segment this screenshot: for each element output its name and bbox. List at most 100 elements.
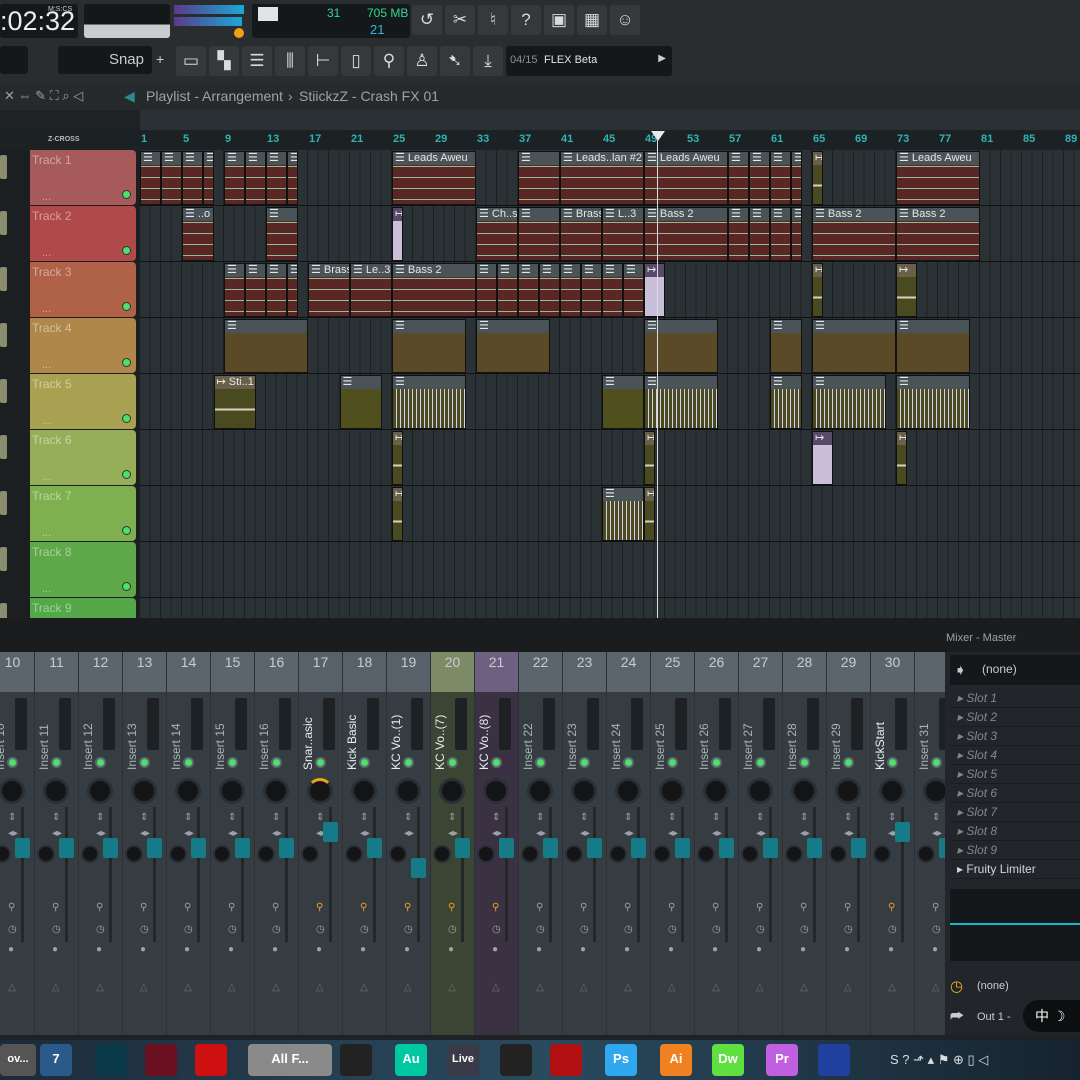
track-header[interactable]: Track 1... (30, 150, 136, 205)
route-arrow-icon[interactable]: △ (624, 982, 632, 993)
mixer-channel[interactable]: 11 Insert 11 ⇕ ◂▸ ⚲ ◷ ● △ (35, 652, 79, 1035)
track-lane[interactable]: ↦ ↦ ↦ ↦ (140, 430, 1080, 486)
track-header[interactable]: Track 4... (30, 318, 136, 373)
bar-number[interactable]: 5 (183, 133, 189, 145)
pan-knob[interactable] (87, 778, 113, 804)
taskbar-app[interactable]: ov... (0, 1044, 36, 1076)
pattern-clip[interactable]: ☰ (476, 263, 497, 317)
sidechain-value[interactable]: (none) (977, 980, 1009, 992)
track-lane[interactable]: ☰ ☰ ☰ ☰ ☰ ☰ ☰ (140, 318, 1080, 374)
pattern-clip[interactable]: ☰ L..3 (602, 207, 644, 261)
undo-icon[interactable]: ↺ (412, 5, 442, 35)
pattern-clip[interactable]: ☰ ..o (182, 207, 214, 261)
cut-icon[interactable]: ✂ (445, 5, 475, 35)
route-dot[interactable]: ● (140, 944, 146, 955)
pattern-clip[interactable]: ☰ (644, 319, 718, 373)
latency-clock-icon[interactable]: ◷ (140, 924, 149, 935)
effect-slot[interactable]: ▸ Slot 5 (950, 765, 1080, 784)
volume-fader[interactable] (59, 838, 74, 858)
bar-number[interactable]: 61 (771, 133, 783, 145)
pattern-clip[interactable]: ☰ (182, 151, 203, 205)
bar-number[interactable]: 65 (813, 133, 825, 145)
audio-clip[interactable]: ↦ (812, 263, 823, 317)
track-enable-led[interactable] (122, 358, 131, 367)
effect-slot[interactable]: ▸ Slot 7 (950, 803, 1080, 822)
track-options[interactable]: ... (42, 471, 51, 483)
channel-enable-led[interactable] (799, 757, 810, 768)
stereo-separation-icon[interactable]: ⇕ (668, 812, 676, 823)
stereo-separation-icon[interactable]: ⇕ (228, 812, 236, 823)
browser-icon[interactable]: ⊢ (308, 46, 338, 76)
track-enable-led[interactable] (122, 246, 131, 255)
arm-record-icon[interactable]: ⚲ (844, 902, 851, 913)
route-dot[interactable]: ● (316, 944, 322, 955)
playlist-tool-icons[interactable]: ✕ ⇔ ✎ ⛶ ⌕ ◁ (4, 88, 83, 104)
pattern-clip[interactable]: ☰ Leads Aweu (392, 151, 476, 205)
route-dot[interactable]: ● (580, 944, 586, 955)
latency-clock-icon[interactable]: ◷ (360, 924, 369, 935)
arm-record-icon[interactable]: ⚲ (536, 902, 543, 913)
playlist-icon[interactable]: ▭ (176, 46, 206, 76)
bar-number[interactable]: 53 (687, 133, 699, 145)
pattern-clip[interactable]: ☰ (602, 375, 644, 429)
route-arrow-icon[interactable]: △ (272, 982, 280, 993)
effect-slot[interactable]: ▸ Slot 1 (950, 689, 1080, 708)
volume-fader[interactable] (719, 838, 734, 858)
stereo-separation-icon[interactable]: ⇕ (536, 812, 544, 823)
stereo-separation-icon[interactable]: ⇕ (580, 812, 588, 823)
channel-enable-led[interactable] (711, 757, 722, 768)
taskbar-app[interactable] (145, 1044, 177, 1076)
pan-knob[interactable] (175, 778, 201, 804)
stereo-knob[interactable] (741, 845, 759, 863)
stereo-separation-icon[interactable]: ⇕ (96, 812, 104, 823)
taskbar-app[interactable] (500, 1044, 532, 1076)
latency-clock-icon[interactable]: ◷ (932, 924, 941, 935)
arm-record-icon[interactable]: ⚲ (932, 902, 939, 913)
channel-enable-led[interactable] (359, 757, 370, 768)
arm-record-icon[interactable]: ⚲ (668, 902, 675, 913)
stereo-knob[interactable] (345, 845, 363, 863)
channel-enable-led[interactable] (579, 757, 590, 768)
route-arrow-icon[interactable]: △ (668, 982, 676, 993)
bar-number[interactable]: 33 (477, 133, 489, 145)
track-select-button[interactable] (0, 435, 7, 459)
route-arrow-icon[interactable]: △ (404, 982, 412, 993)
arm-record-icon[interactable]: ⚲ (228, 902, 235, 913)
latency-clock-icon[interactable]: ◷ (844, 924, 853, 935)
pattern-clip[interactable]: ☰ (224, 263, 245, 317)
pan-knob[interactable] (527, 778, 553, 804)
bar-number[interactable]: 9 (225, 133, 231, 145)
stereo-knob[interactable] (257, 845, 275, 863)
volume-fader[interactable] (851, 838, 866, 858)
channel-enable-led[interactable] (623, 757, 634, 768)
channel-enable-led[interactable] (535, 757, 546, 768)
latency-clock-icon[interactable]: ◷ (404, 924, 413, 935)
mixer-channel[interactable]: 21 KC Vo..(8) ⇕ ◂▸ ⚲ ◷ ● △ (475, 652, 519, 1035)
microphone-icon[interactable]: ♮ (478, 5, 508, 35)
audio-clip[interactable]: ↦ (896, 431, 907, 485)
stereo-knob[interactable] (37, 845, 55, 863)
pattern-clip[interactable]: ☰ (728, 207, 749, 261)
route-dot[interactable]: ● (404, 944, 410, 955)
pattern-clip[interactable]: ☰ (896, 319, 970, 373)
pattern-clip[interactable]: ☰ (203, 151, 214, 205)
track-header[interactable]: Track 5... (30, 374, 136, 429)
mixer-channel[interactable]: Insert 31 ⇕ ◂▸ ⚲ ◷ ● △ (915, 652, 945, 1035)
channel-enable-led[interactable] (183, 757, 194, 768)
volume-fader[interactable] (411, 858, 426, 878)
bar-number[interactable]: 77 (939, 133, 951, 145)
route-arrow-icon[interactable]: △ (492, 982, 500, 993)
route-dot[interactable]: ● (8, 944, 14, 955)
timeline-ruler[interactable]: Z-CROSS 1 5 9 13 17 21 25 29 33 37 41 45 49 53 57 61 65 6… (0, 130, 1080, 150)
audio-clip[interactable]: ↦ (644, 263, 665, 317)
mixer-channel[interactable]: 18 Kick Basic ⇕ ◂▸ ⚲ ◷ ● △ (343, 652, 387, 1035)
swap-channels-icon[interactable]: ◂▸ (404, 828, 414, 839)
track-select-button[interactable] (0, 547, 7, 571)
track-select-button[interactable] (0, 491, 7, 515)
arm-record-icon[interactable]: ⚲ (580, 902, 587, 913)
volume-fader[interactable] (367, 838, 382, 858)
volume-fader[interactable] (499, 838, 514, 858)
pan-knob[interactable] (747, 778, 773, 804)
pattern-clip[interactable]: ☰ (518, 151, 560, 205)
mixer-channel[interactable]: 20 KC Vo..(7) ⇕ ◂▸ ⚲ ◷ ● △ (431, 652, 475, 1035)
